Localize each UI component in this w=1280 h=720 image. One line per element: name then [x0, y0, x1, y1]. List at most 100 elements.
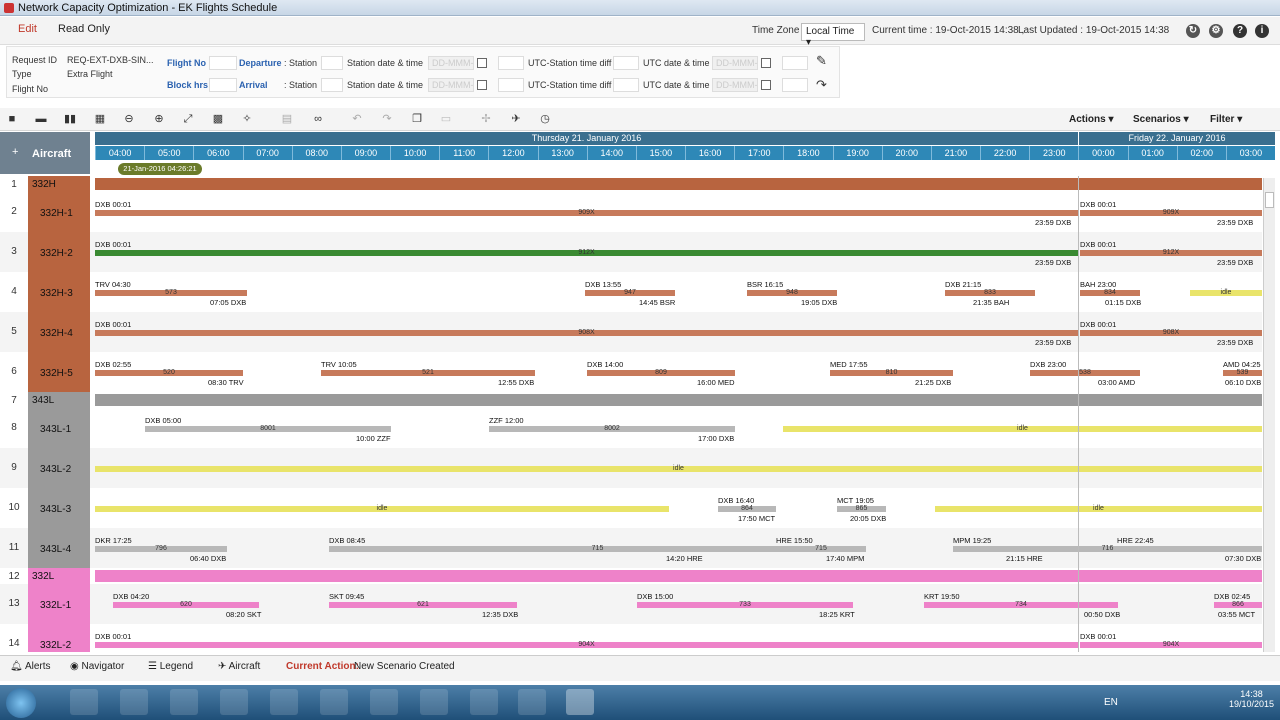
block-hrs-input[interactable] — [209, 78, 237, 92]
plane-tool-icon[interactable]: ✈ — [509, 113, 523, 126]
idle-block[interactable]: idle — [1190, 289, 1262, 296]
flight-bar[interactable]: 912X — [95, 249, 1078, 256]
start-button[interactable] — [6, 688, 36, 718]
flight-bar[interactable]: 834 — [1080, 289, 1140, 296]
aircraft-row[interactable]: 11 343L-4 DKR 17:25 796 06:40 DXB DXB 08:45 71… — [0, 528, 1262, 568]
flight-bar[interactable]: 810 — [830, 369, 953, 376]
flight-bar[interactable]: 909X — [95, 209, 1078, 216]
aircraft-name[interactable]: 332L-2 — [28, 624, 90, 652]
arrival-time-input[interactable] — [498, 78, 524, 92]
idle-block[interactable]: idle — [95, 465, 1262, 472]
aircraft-group-row[interactable]: 7 343L — [0, 392, 1262, 408]
flight-bar[interactable]: 538 — [1030, 369, 1140, 376]
language-indicator[interactable]: EN — [1104, 697, 1118, 708]
legend-tab[interactable]: ☰ Legend — [148, 661, 193, 672]
flight-bar[interactable]: 8001 — [145, 425, 391, 432]
scroll-thumb[interactable] — [1265, 192, 1274, 208]
aircraft-name[interactable]: 343L-2 — [28, 448, 90, 488]
flight-bar[interactable]: 865 — [837, 505, 886, 512]
vertical-split-icon[interactable]: ▮▮ — [63, 113, 77, 126]
tab-edit[interactable]: Edit — [18, 23, 37, 35]
zoom-out-icon[interactable]: ⊖ — [122, 113, 136, 126]
undo-icon[interactable]: ↶ — [350, 113, 364, 126]
flight-bar[interactable]: 539 — [1223, 369, 1262, 376]
arrival-station-input[interactable] — [321, 78, 343, 92]
departure-time-input[interactable] — [498, 56, 524, 70]
flight-bar[interactable]: 521 — [321, 369, 535, 376]
flight-bar[interactable]: 809 — [587, 369, 735, 376]
ie-icon[interactable] — [420, 689, 448, 715]
flight-bar[interactable]: 620 — [113, 601, 259, 608]
active-app-icon[interactable] — [566, 689, 594, 715]
flight-bar[interactable]: 947 — [585, 289, 675, 296]
redo-icon[interactable]: ↷ — [380, 113, 394, 126]
clock[interactable]: 14:38 19/10/2015 — [1229, 689, 1274, 709]
departure-station-dt-input[interactable]: DD-MMM- — [428, 56, 474, 70]
aircraft-name[interactable]: 332H — [28, 176, 90, 192]
aircraft-name[interactable]: 332L — [28, 568, 90, 584]
vertical-scrollbar[interactable] — [1263, 178, 1275, 652]
binoculars-icon[interactable]: ∞ — [311, 113, 325, 126]
aircraft-group-row[interactable]: 1 332H — [0, 176, 1262, 192]
aircraft-name[interactable]: 343L-1 — [28, 408, 90, 448]
calculator-icon[interactable]: ▩ — [211, 113, 225, 126]
aircraft-tab[interactable]: ✈ Aircraft — [218, 661, 260, 672]
aircraft-name[interactable]: 332L-1 — [28, 584, 90, 624]
flight-bar[interactable]: 733 — [637, 601, 853, 608]
aircraft-row[interactable]: 4 332H-3 TRV 04:30 573 07:05 DXB DXB 13:55 947… — [0, 272, 1262, 312]
single-view-icon[interactable]: ■ — [5, 113, 19, 126]
edit-icon[interactable]: ✎ — [816, 53, 827, 69]
calendar-icon[interactable] — [761, 58, 771, 68]
satellite-icon[interactable]: ✧ — [240, 113, 254, 126]
scenarios-menu[interactable]: Scenarios ▾ — [1133, 114, 1189, 125]
departure-utc-diff-input[interactable] — [613, 56, 639, 70]
arrival-station-dt-input[interactable]: DD-MMM- — [428, 78, 474, 92]
zoom-in-icon[interactable]: ⊕ — [152, 113, 166, 126]
aircraft-row[interactable]: 6 332H-5 DXB 02:55 520 08:30 TRV TRV 10:05 521… — [0, 352, 1262, 392]
aircraft-name[interactable]: 332H-2 — [28, 232, 90, 272]
network-icon[interactable] — [370, 689, 398, 715]
aircraft-name[interactable]: 343L — [28, 392, 90, 408]
copy-icon[interactable]: ❐ — [410, 113, 424, 126]
flight-bar[interactable]: 573 — [95, 289, 247, 296]
aircraft-group-row[interactable]: 12 332L — [0, 568, 1262, 584]
firefox-icon[interactable] — [70, 689, 98, 715]
flight-bar[interactable]: 520 — [95, 369, 243, 376]
tab-read-only[interactable]: Read Only — [58, 23, 110, 35]
delete-icon[interactable]: ▭ — [439, 113, 453, 126]
refresh-icon[interactable]: ↻ — [1186, 24, 1200, 38]
actions-menu[interactable]: Actions ▾ — [1069, 114, 1113, 125]
time-zone-select[interactable]: Local Time ▾ — [801, 23, 865, 48]
aircraft-name[interactable]: 332H-3 — [28, 272, 90, 312]
aircraft-name[interactable]: 332H-4 — [28, 312, 90, 352]
idle-block[interactable]: idle — [783, 425, 1262, 432]
flight-bar[interactable]: 948 — [747, 289, 837, 296]
flight-bar[interactable]: 912X — [1080, 249, 1262, 256]
vs-icon[interactable] — [470, 689, 498, 715]
flight-bar[interactable]: 866 — [1214, 601, 1262, 608]
flight-bar[interactable]: 909X — [1080, 209, 1262, 216]
document-icon[interactable]: ▤ — [280, 113, 294, 126]
arrival-utc-dt-input[interactable]: DD-MMM- — [712, 78, 758, 92]
folder-icon[interactable] — [320, 689, 348, 715]
info-icon[interactable]: i — [1255, 24, 1269, 38]
aircraft-column-header[interactable]: + Aircraft — [0, 132, 90, 174]
horizontal-split-icon[interactable]: ▬ — [34, 113, 48, 126]
app-s-icon[interactable] — [270, 689, 298, 715]
fit-icon[interactable]: ⤢ — [181, 113, 195, 126]
gear-icon[interactable]: ⚙ — [1209, 24, 1223, 38]
aircraft-row[interactable]: 9 343L-2 idle — [0, 448, 1262, 488]
flight-bar[interactable]: 734 — [924, 601, 1118, 608]
history-icon[interactable]: ◷ — [538, 113, 552, 126]
flight-bar[interactable]: 908X — [1080, 329, 1262, 336]
grid-view-icon[interactable]: ▦ — [93, 113, 107, 126]
arrival-utc-time-input[interactable] — [782, 78, 808, 92]
flight-bar[interactable]: 8002 — [489, 425, 735, 432]
departure-station-input[interactable] — [321, 56, 343, 70]
window-icon[interactable] — [518, 689, 546, 715]
flight-bar[interactable]: 796 — [95, 545, 227, 552]
remote-icon[interactable] — [120, 689, 148, 715]
flight-bar[interactable]: 864 — [718, 505, 776, 512]
idle-block[interactable]: idle — [935, 505, 1262, 512]
calendar-icon[interactable] — [477, 58, 487, 68]
